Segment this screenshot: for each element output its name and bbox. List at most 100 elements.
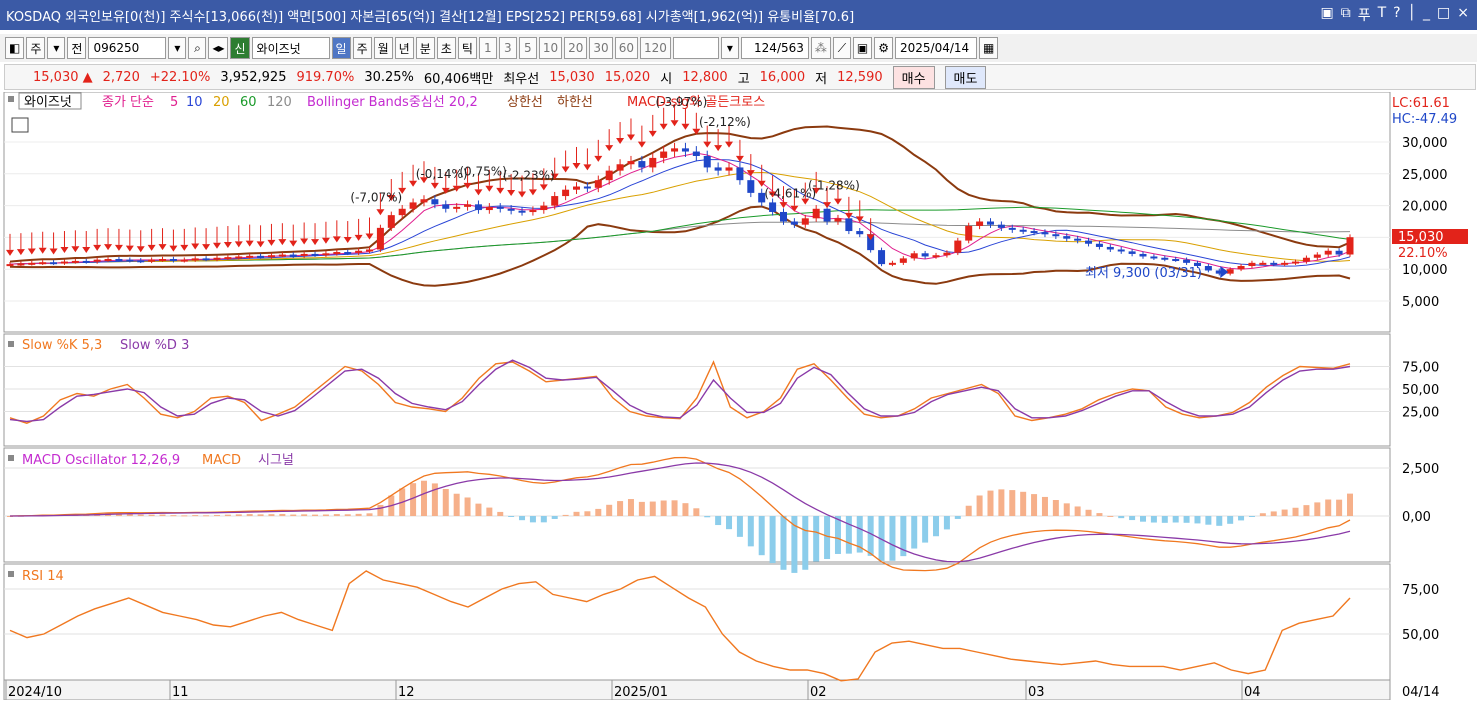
buy-button[interactable]: 매수 bbox=[892, 65, 935, 89]
calendar-icon[interactable]: ▦ bbox=[979, 37, 999, 59]
period-tick[interactable]: 틱 bbox=[457, 37, 477, 59]
candle-body bbox=[681, 148, 689, 152]
legend-ma60: 60 bbox=[240, 95, 257, 110]
candle-body bbox=[899, 258, 907, 263]
macd-oscillator-bar bbox=[726, 516, 733, 530]
candle-body bbox=[1074, 238, 1082, 241]
macd-oscillator-bar bbox=[1150, 516, 1157, 523]
macd-oscillator-bar bbox=[464, 497, 471, 516]
market-type-select[interactable]: 주 bbox=[26, 37, 46, 59]
candle-body bbox=[1161, 257, 1169, 260]
candle-body bbox=[104, 259, 112, 262]
macd-oscillator-bar bbox=[442, 489, 449, 516]
interval-20[interactable]: 20 bbox=[564, 37, 588, 59]
interval-10[interactable]: 10 bbox=[538, 37, 563, 59]
price-change: 2,720 bbox=[102, 69, 140, 85]
save-icon[interactable]: ▣ bbox=[852, 37, 873, 59]
interval-60[interactable]: 60 bbox=[614, 37, 638, 59]
macd-oscillator-bar bbox=[137, 514, 144, 516]
period-week[interactable]: 주 bbox=[352, 37, 372, 59]
candle-body bbox=[986, 221, 994, 225]
macd-oscillator-bar bbox=[1096, 513, 1103, 516]
candle-body bbox=[398, 208, 406, 216]
help-icon[interactable]: ? bbox=[1393, 5, 1400, 25]
gear-icon[interactable]: ⚙ bbox=[874, 37, 893, 59]
best-bid-label: 최우선 bbox=[503, 71, 540, 87]
interval-dropdown-icon[interactable]: ▾ bbox=[720, 37, 739, 59]
macd-oscillator-bar bbox=[420, 480, 427, 516]
candle-body bbox=[736, 167, 744, 181]
sound-icon[interactable]: ◂▸ bbox=[208, 37, 229, 59]
candle-body bbox=[1150, 256, 1158, 259]
price-panel[interactable] bbox=[3, 91, 1391, 333]
macd-oscillator-bar bbox=[551, 516, 558, 519]
macd-oscillator-bar bbox=[747, 516, 754, 547]
interval-5[interactable]: 5 bbox=[518, 37, 537, 59]
interval-30[interactable]: 30 bbox=[589, 37, 613, 59]
sell-button[interactable]: 매도 bbox=[944, 65, 987, 89]
pin-icon[interactable]: 푸 bbox=[1358, 5, 1371, 25]
price-change-pct: +22.10% bbox=[149, 69, 211, 85]
interval-3[interactable]: 3 bbox=[498, 37, 517, 59]
bar-count-field[interactable]: 124/563 bbox=[740, 37, 809, 59]
stoch-panel[interactable] bbox=[3, 333, 1391, 447]
macd-oscillator-bar bbox=[1161, 516, 1168, 523]
low-price: 12,590 bbox=[837, 69, 883, 85]
layout-icon[interactable]: ▣ bbox=[1320, 5, 1333, 25]
rsi-y-tick: 75,00 bbox=[1402, 583, 1439, 598]
close-icon[interactable]: × bbox=[1457, 5, 1469, 25]
candle-body bbox=[1226, 269, 1234, 274]
macd-oscillator-bar bbox=[377, 504, 384, 516]
candle-body bbox=[910, 253, 918, 259]
macd-oscillator-bar bbox=[246, 514, 253, 516]
macd-oscillator-bar bbox=[649, 501, 656, 516]
code-dropdown-icon[interactable]: ▾ bbox=[168, 37, 187, 59]
zoom-icon[interactable]: ⁂ bbox=[810, 37, 831, 59]
candle-body bbox=[703, 155, 711, 168]
period-year[interactable]: 년 bbox=[394, 37, 414, 59]
maximize-icon[interactable]: □ bbox=[1437, 5, 1450, 25]
font-icon[interactable]: T bbox=[1378, 5, 1387, 25]
candle-body bbox=[485, 206, 493, 211]
stock-name-field[interactable]: 와이즈넛 bbox=[251, 37, 330, 59]
chevron-down-icon[interactable]: ▾ bbox=[47, 37, 66, 59]
macd-oscillator-bar bbox=[159, 514, 166, 516]
macd-oscillator-bar bbox=[965, 505, 972, 516]
candle-body bbox=[376, 227, 384, 250]
candle-body bbox=[845, 218, 853, 232]
candle-body bbox=[1335, 250, 1343, 255]
range-button[interactable]: 전 bbox=[67, 37, 87, 59]
trend-icon[interactable]: ⟋ bbox=[832, 37, 851, 59]
chart-area[interactable]: 와이즈넛 종가 단순 5 10 20 60 120 Bollinger Band… bbox=[0, 91, 1477, 701]
candle-body bbox=[692, 151, 700, 156]
period-minute[interactable]: 분 bbox=[415, 37, 435, 59]
candle-body bbox=[529, 210, 537, 213]
candle-body bbox=[1248, 262, 1256, 267]
minimize-icon[interactable]: _ bbox=[1423, 5, 1430, 25]
candle-body bbox=[540, 205, 548, 211]
candle-body bbox=[1019, 229, 1027, 232]
macd-oscillator-bar bbox=[671, 500, 678, 516]
macd-oscillator-bar bbox=[584, 511, 591, 516]
current-price: 15,030 ▲ bbox=[33, 69, 93, 85]
legend-bb-upper: 상한선 bbox=[507, 95, 543, 110]
interval-1[interactable]: 1 bbox=[478, 37, 497, 59]
interval-120[interactable]: 120 bbox=[639, 37, 671, 59]
candle-body bbox=[311, 253, 319, 256]
stock-code-input[interactable]: 096250 bbox=[88, 37, 167, 59]
rsi-panel[interactable] bbox=[3, 563, 1391, 681]
period-month[interactable]: 월 bbox=[373, 37, 393, 59]
period-second[interactable]: 초 bbox=[436, 37, 456, 59]
copy-window-icon[interactable]: ⧉ bbox=[1341, 5, 1351, 25]
candle-body bbox=[137, 260, 145, 263]
date-input[interactable]: 2025/04/14 bbox=[895, 37, 977, 59]
period-day[interactable]: 일 bbox=[331, 37, 351, 59]
legend-macd: MACD bbox=[202, 453, 241, 468]
candle-body bbox=[159, 259, 167, 262]
table-icon[interactable] bbox=[11, 117, 29, 133]
interval-custom-input[interactable] bbox=[672, 37, 719, 59]
search-icon[interactable]: ⌕ bbox=[188, 37, 207, 59]
panel-toggle-icon[interactable]: ◧ bbox=[5, 37, 25, 59]
macd-oscillator-bar bbox=[192, 515, 199, 517]
stock-chart[interactable]: 와이즈넛 종가 단순 5 10 20 60 120 Bollinger Band… bbox=[0, 91, 1477, 701]
